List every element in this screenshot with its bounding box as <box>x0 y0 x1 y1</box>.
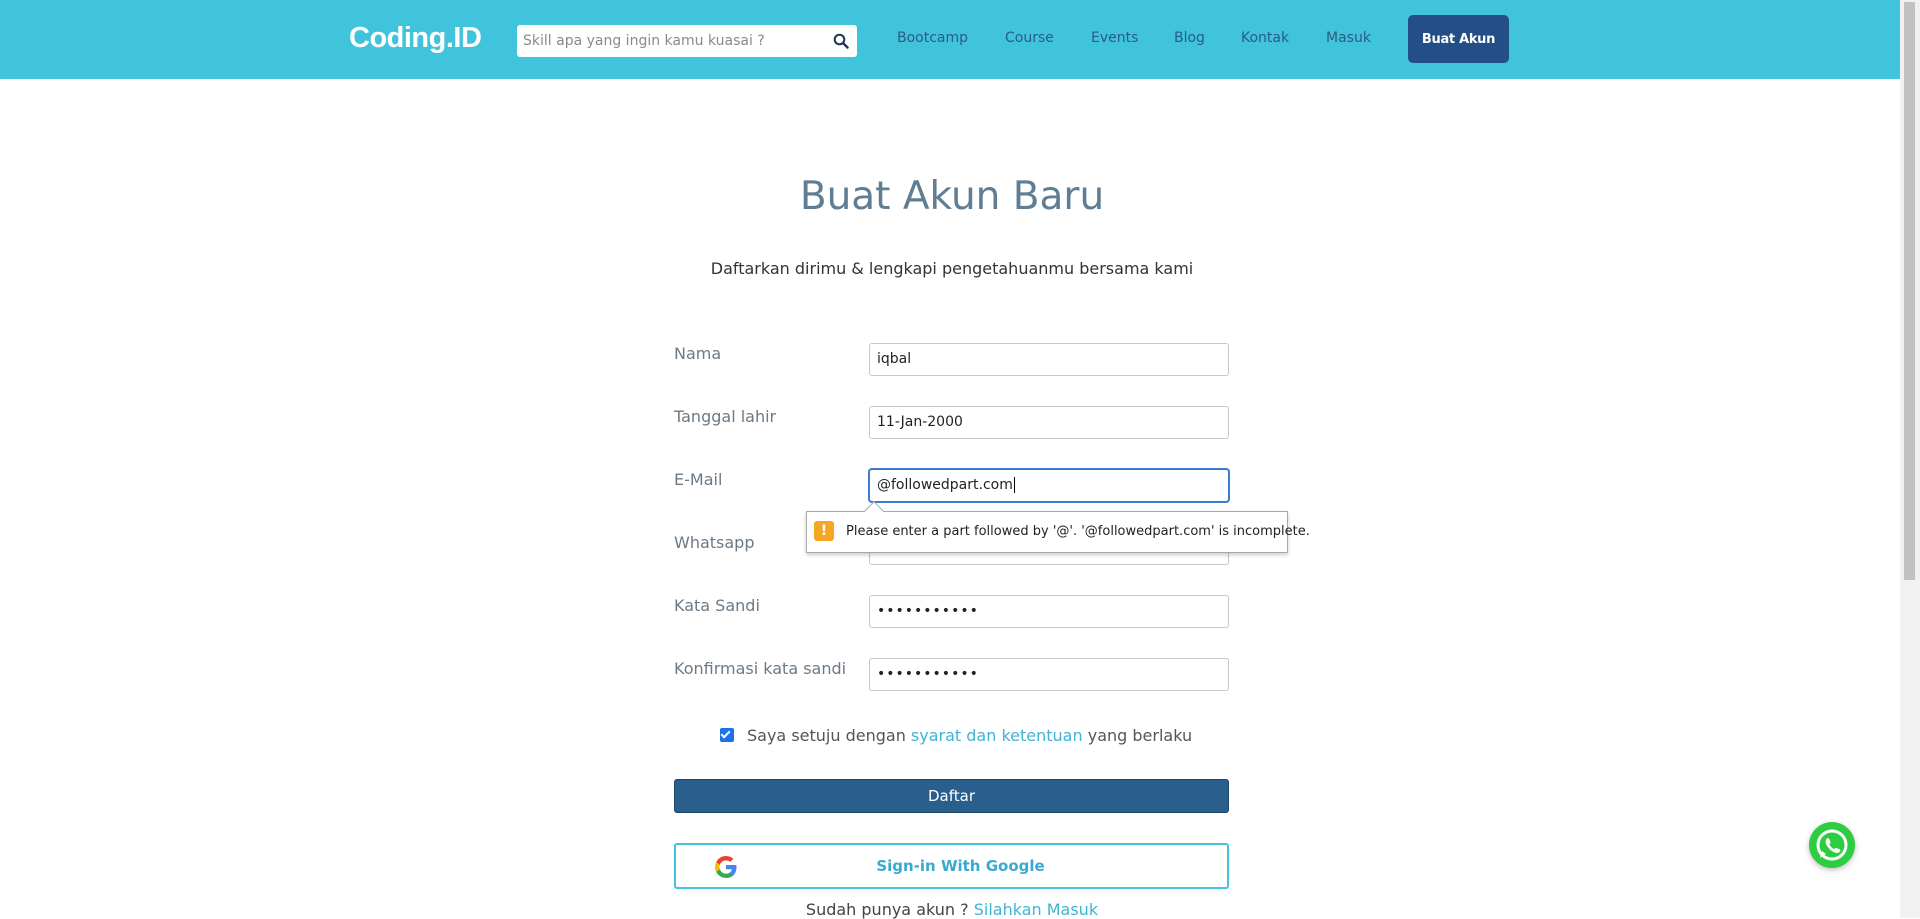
login-link[interactable]: Silahkan Masuk <box>974 900 1098 919</box>
google-signin-label: Sign-in With Google <box>876 857 1045 875</box>
login-prompt: Sudah punya akun ? <box>805 900 969 919</box>
validation-message: Please enter a part followed by '@'. '@f… <box>846 524 1310 539</box>
tooltip-arrow <box>864 501 884 521</box>
agree-prefix: Saya setuju dengan <box>747 726 906 745</box>
agree-suffix: yang berlaku <box>1087 726 1193 745</box>
nav-masuk[interactable]: Masuk <box>1326 30 1371 46</box>
nav-events[interactable]: Events <box>1091 30 1138 46</box>
nav-kontak[interactable]: Kontak <box>1241 30 1289 46</box>
text-caret <box>1013 477 1015 493</box>
email-input[interactable]: @followedpart.com <box>869 469 1229 502</box>
nav-blog[interactable]: Blog <box>1174 30 1205 46</box>
label-konfirmasi-kata-sandi: Konfirmasi kata sandi <box>674 659 847 678</box>
whatsapp-icon <box>1816 829 1848 861</box>
label-kata-sandi: Kata Sandi <box>674 596 760 615</box>
validation-tooltip: ! Please enter a part followed by '@'. '… <box>806 501 1310 553</box>
daftar-button[interactable]: Daftar <box>674 779 1229 813</box>
checkmark-icon <box>720 728 731 739</box>
scrollbar-thumb[interactable] <box>1904 2 1915 580</box>
confirm-password-value: ••••••••••• <box>877 666 979 682</box>
agree-checkbox[interactable] <box>720 728 734 742</box>
birthdate-value: 11-Jan-2000 <box>877 414 963 430</box>
warning-icon: ! <box>814 521 834 541</box>
label-nama: Nama <box>674 344 722 363</box>
whatsapp-float-button[interactable] <box>1809 822 1855 868</box>
email-value: @followedpart.com <box>877 477 1013 493</box>
confirm-password-input[interactable]: ••••••••••• <box>869 658 1229 691</box>
password-input[interactable]: ••••••••••• <box>869 595 1229 628</box>
label-tanggal-lahir: Tanggal lahir <box>674 407 777 426</box>
search-icon[interactable] <box>833 33 849 49</box>
agree-text: Saya setuju dengan syarat dan ketentuan … <box>747 726 1192 745</box>
logo[interactable]: Coding.ID <box>349 22 482 55</box>
label-whatsapp: Whatsapp <box>674 533 755 552</box>
nama-value: iqbal <box>877 351 912 367</box>
birthdate-input[interactable]: 11-Jan-2000 <box>869 406 1229 439</box>
search-box <box>517 25 857 57</box>
terms-link[interactable]: syarat dan ketentuan <box>911 726 1083 745</box>
scrollbar[interactable] <box>1900 0 1920 918</box>
login-prompt-line: Sudah punya akun ? Silahkan Masuk <box>0 900 1904 919</box>
page-subtitle: Daftarkan dirimu & lengkapi pengetahuanm… <box>710 259 1194 278</box>
nav-bootcamp[interactable]: Bootcamp <box>897 30 968 46</box>
top-navbar: Coding.ID Bootcamp Course Events Blog Ko… <box>0 0 1900 79</box>
page-title: Buat Akun Baru <box>799 174 1105 219</box>
nama-input[interactable]: iqbal <box>869 343 1229 376</box>
create-account-button[interactable]: Buat Akun <box>1408 15 1509 63</box>
search-input[interactable] <box>523 25 813 57</box>
nav-course[interactable]: Course <box>1005 30 1054 46</box>
password-value: ••••••••••• <box>877 603 979 619</box>
label-email: E-Mail <box>674 470 723 489</box>
google-signin-button[interactable]: Sign-in With Google <box>674 843 1229 889</box>
